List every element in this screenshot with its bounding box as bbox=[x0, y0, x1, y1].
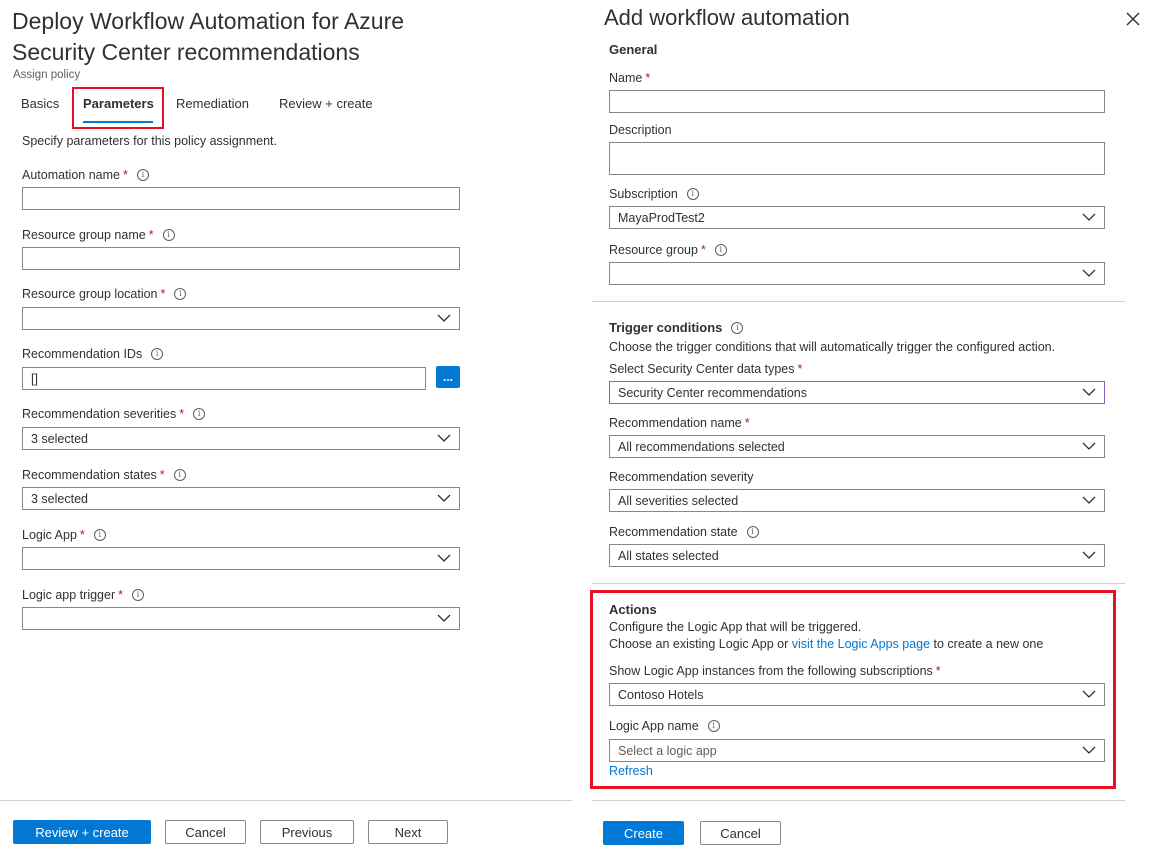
info-icon[interactable]: i bbox=[162, 229, 175, 241]
section-divider bbox=[592, 301, 1125, 302]
info-icon[interactable]: i bbox=[686, 188, 699, 200]
cancel-button[interactable]: Cancel bbox=[165, 820, 246, 844]
info-icon[interactable]: i bbox=[746, 526, 759, 538]
edit-recommendation-ids-button[interactable]: ... bbox=[436, 366, 460, 388]
tab-review-create[interactable]: Review + create bbox=[279, 96, 373, 111]
resource-group-name-label: Resource group name * i bbox=[22, 228, 175, 242]
logic-app-label: Logic App * i bbox=[22, 528, 106, 542]
left-footer-divider bbox=[0, 800, 572, 801]
info-icon[interactable]: i bbox=[93, 529, 106, 541]
parameters-description: Specify parameters for this policy assig… bbox=[22, 134, 277, 148]
automation-name-input[interactable] bbox=[22, 187, 460, 210]
info-icon[interactable]: i bbox=[151, 348, 164, 360]
next-button[interactable]: Next bbox=[368, 820, 448, 844]
parameters-tab-highlight bbox=[72, 87, 164, 129]
recommendation-state-select[interactable]: All states selected bbox=[609, 544, 1105, 567]
close-icon[interactable] bbox=[1125, 11, 1141, 27]
chevron-down-icon bbox=[437, 614, 451, 622]
chevron-down-icon bbox=[1082, 551, 1096, 559]
chevron-down-icon bbox=[1082, 388, 1096, 396]
recommendation-states-label: Recommendation states * i bbox=[22, 468, 186, 482]
tab-basics[interactable]: Basics bbox=[21, 96, 59, 111]
recommendation-ids-label: Recommendation IDs i bbox=[22, 347, 164, 361]
info-icon[interactable]: i bbox=[731, 321, 744, 334]
actions-heading: Actions bbox=[609, 602, 657, 617]
chevron-down-icon bbox=[437, 434, 451, 442]
data-types-select[interactable]: Security Center recommendations bbox=[609, 381, 1105, 404]
actions-choose-text: Choose an existing Logic App or visit th… bbox=[609, 637, 1044, 651]
trigger-conditions-description: Choose the trigger conditions that will … bbox=[609, 340, 1056, 354]
logic-apps-page-link[interactable]: visit the Logic Apps page bbox=[792, 637, 930, 651]
recommendation-states-select[interactable]: 3 selected bbox=[22, 487, 460, 510]
chevron-down-icon bbox=[437, 554, 451, 562]
name-input[interactable] bbox=[609, 90, 1105, 113]
panel-cancel-button[interactable]: Cancel bbox=[700, 821, 781, 845]
chevron-down-icon bbox=[437, 494, 451, 502]
trigger-conditions-heading: Trigger conditions i bbox=[609, 320, 744, 335]
chevron-down-icon bbox=[1082, 213, 1096, 221]
create-button[interactable]: Create bbox=[603, 821, 684, 845]
automation-name-label: Automation name * i bbox=[22, 168, 149, 182]
actions-description: Configure the Logic App that will be tri… bbox=[609, 620, 862, 634]
resource-group-location-select[interactable] bbox=[22, 307, 460, 330]
info-icon[interactable]: i bbox=[173, 469, 186, 481]
refresh-link[interactable]: Refresh bbox=[609, 764, 653, 778]
info-icon[interactable]: i bbox=[132, 589, 144, 601]
resource-group-label: Resource group * i bbox=[609, 243, 727, 257]
subscription-label: Subscription i bbox=[609, 187, 699, 201]
resource-group-name-input[interactable] bbox=[22, 247, 460, 270]
previous-button[interactable]: Previous bbox=[260, 820, 354, 844]
right-footer-divider bbox=[592, 800, 1125, 801]
info-icon[interactable]: i bbox=[193, 408, 206, 420]
info-icon[interactable]: i bbox=[707, 720, 720, 732]
chevron-down-icon bbox=[1082, 746, 1096, 754]
chevron-down-icon bbox=[1082, 442, 1096, 450]
data-types-label: Select Security Center data types * bbox=[609, 362, 803, 376]
resource-group-location-label: Resource group location * i bbox=[22, 287, 187, 301]
general-heading: General bbox=[609, 42, 658, 57]
description-label: Description bbox=[609, 123, 672, 137]
subscription-select[interactable]: MayaProdTest2 bbox=[609, 206, 1105, 229]
logic-app-name-select[interactable]: Select a logic app bbox=[609, 739, 1105, 762]
info-icon[interactable]: i bbox=[136, 169, 149, 181]
logic-app-trigger-select[interactable] bbox=[22, 607, 460, 630]
recommendation-severity-label: Recommendation severity bbox=[609, 470, 754, 484]
chevron-down-icon bbox=[1082, 690, 1096, 698]
recommendation-severity-select[interactable]: All severities selected bbox=[609, 489, 1105, 512]
page-subtitle: Assign policy bbox=[13, 69, 81, 81]
chevron-down-icon bbox=[437, 314, 451, 322]
panel-title: Add workflow automation bbox=[604, 5, 850, 30]
chevron-down-icon bbox=[1082, 269, 1096, 277]
info-icon[interactable]: i bbox=[714, 244, 727, 256]
description-input[interactable] bbox=[609, 142, 1105, 175]
recommendation-severities-label: Recommendation severities * i bbox=[22, 407, 206, 421]
subscriptions-select[interactable]: Contoso Hotels bbox=[609, 683, 1105, 706]
name-label: Name * bbox=[609, 71, 651, 85]
resource-group-select[interactable] bbox=[609, 262, 1105, 285]
chevron-down-icon bbox=[1082, 496, 1096, 504]
subscriptions-label: Show Logic App instances from the follow… bbox=[609, 664, 941, 678]
recommendation-severities-select[interactable]: 3 selected bbox=[22, 427, 460, 450]
recommendation-state-label: Recommendation state i bbox=[609, 525, 759, 539]
recommendation-name-select[interactable]: All recommendations selected bbox=[609, 435, 1105, 458]
logic-app-select[interactable] bbox=[22, 547, 460, 570]
recommendation-ids-input[interactable]: [] bbox=[22, 367, 426, 390]
logic-app-name-label: Logic App name i bbox=[609, 719, 720, 733]
info-icon[interactable]: i bbox=[174, 288, 187, 300]
logic-app-trigger-label: Logic app trigger * i bbox=[22, 588, 144, 602]
review-create-button[interactable]: Review + create bbox=[13, 820, 151, 844]
tab-remediation[interactable]: Remediation bbox=[176, 96, 249, 111]
section-divider bbox=[592, 583, 1125, 584]
recommendation-name-label: Recommendation name * bbox=[609, 416, 750, 430]
page-title: Deploy Workflow Automation for Azure Sec… bbox=[12, 8, 405, 65]
